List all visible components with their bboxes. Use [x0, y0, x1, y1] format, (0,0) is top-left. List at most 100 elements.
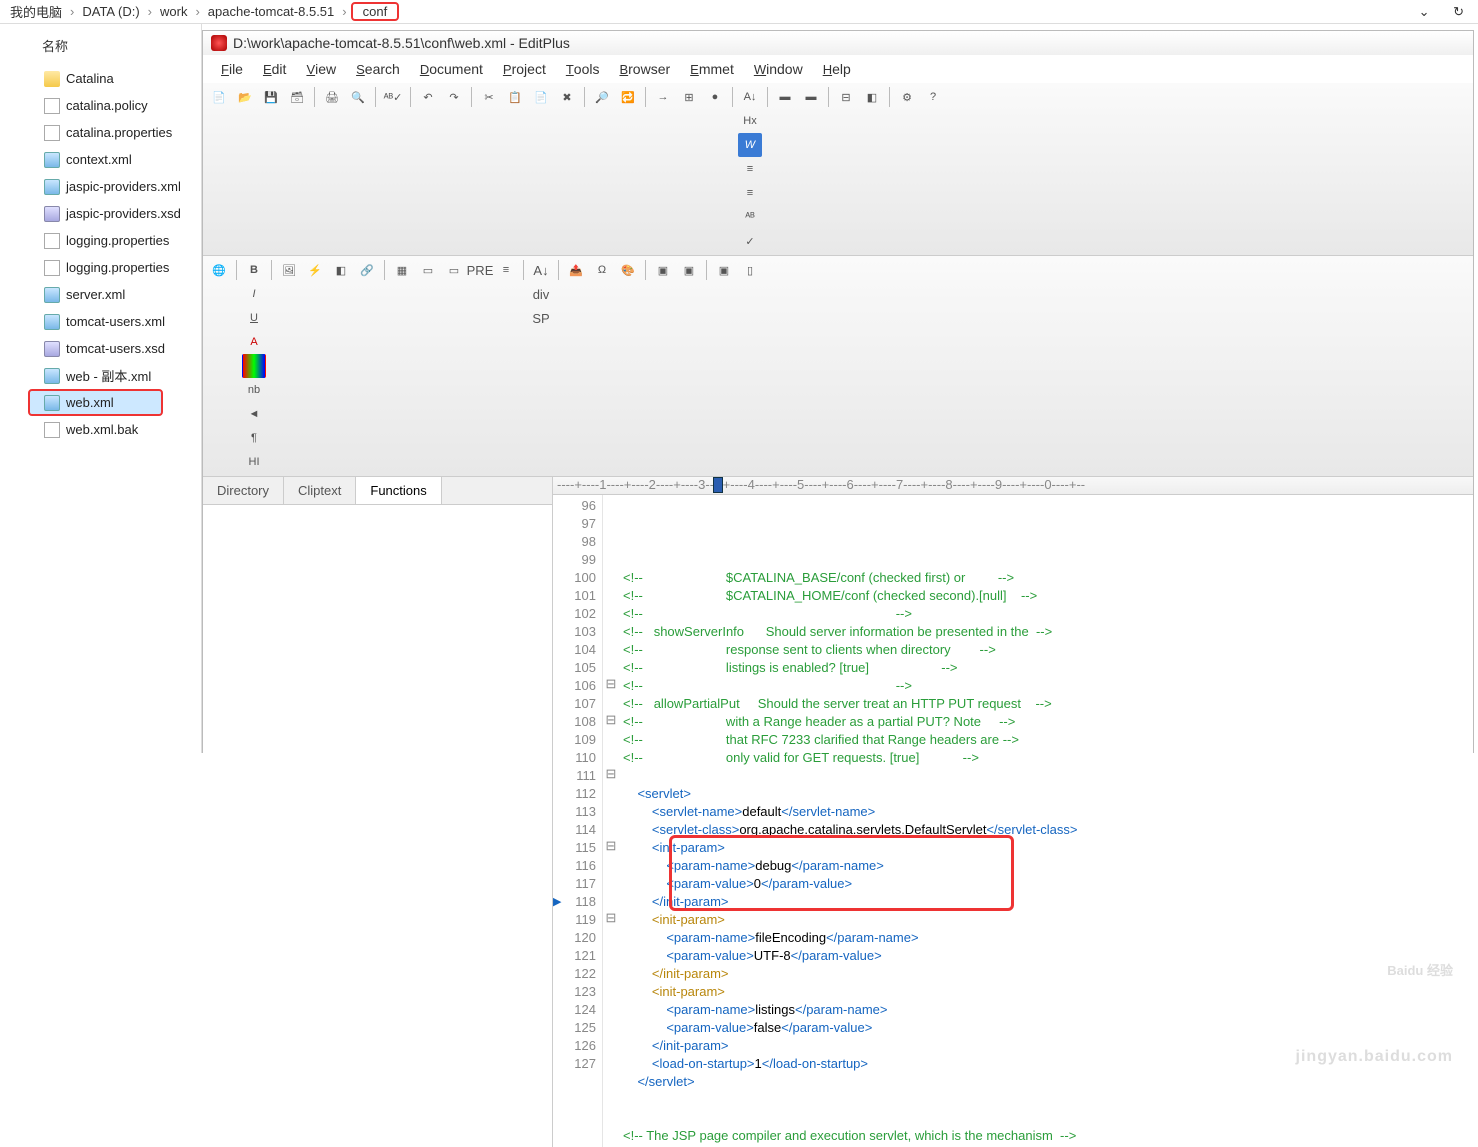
code-line[interactable]: <load-on-startup>1</load-on-startup> [623, 1055, 1469, 1073]
file-item[interactable]: logging.properties [0, 227, 201, 254]
panel2-icon[interactable]: ▣ [677, 258, 701, 282]
side-panel-tabs[interactable]: DirectoryCliptextFunctions [203, 477, 552, 505]
tool-button[interactable]: ≡ [738, 181, 762, 205]
replace-icon[interactable]: 🔁 [616, 85, 640, 109]
undo-icon[interactable]: ↶ [416, 85, 440, 109]
file-item[interactable]: web.xml [28, 389, 163, 416]
code-line[interactable]: <!-- with a Range header as a partial PU… [623, 713, 1469, 731]
fmt-■-button[interactable] [242, 354, 266, 378]
toggle-icon[interactable]: ◧ [860, 85, 884, 109]
breadcrumb-item[interactable]: apache-tomcat-8.5.51 [204, 4, 338, 19]
menubar[interactable]: FileEditViewSearchDocumentProjectToolsBr… [203, 55, 1473, 83]
code-line[interactable]: <param-name>fileEncoding</param-name> [623, 929, 1469, 947]
code-line[interactable]: <!-- $CATALINA_BASE/conf (checked first)… [623, 569, 1469, 587]
code-line[interactable]: <!-- listings is enabled? [true] --> [623, 659, 1469, 677]
tool-button[interactable]: A↓ [738, 85, 762, 109]
fmt-a-button[interactable]: A [242, 330, 266, 354]
color2-icon[interactable]: 🎨 [616, 258, 640, 282]
menu-emmet[interactable]: Emmet [680, 57, 744, 81]
preview-icon[interactable]: 🔍 [346, 85, 370, 109]
link2-icon[interactable]: 🔗 [355, 258, 379, 282]
flash-icon[interactable]: ⚡ [303, 258, 327, 282]
list-icon[interactable]: ≡ [494, 258, 518, 282]
print-icon[interactable]: 🖨 [320, 85, 344, 109]
menu-browser[interactable]: Browser [609, 57, 680, 81]
split-icon[interactable]: ⊟ [834, 85, 858, 109]
file-item[interactable]: server.xml [0, 281, 201, 308]
tab-cliptext[interactable]: Cliptext [284, 477, 356, 504]
menu-help[interactable]: Help [813, 57, 861, 81]
delete-icon[interactable]: ✖ [555, 85, 579, 109]
tool-button[interactable]: ✓ [738, 229, 762, 253]
open-icon[interactable]: 📂 [233, 85, 257, 109]
breadcrumb-item[interactable]: work [156, 4, 191, 19]
settings-icon[interactable]: ⚙ [895, 85, 919, 109]
code-line[interactable]: <!-- The JSP page compiler and execution… [623, 1127, 1469, 1145]
file-item[interactable]: jaspic-providers.xsd [0, 200, 201, 227]
panel4-icon[interactable]: ▯ [738, 258, 762, 282]
code-line[interactable] [623, 1091, 1469, 1109]
code-line[interactable]: <servlet-name>default</servlet-name> [623, 803, 1469, 821]
code-line[interactable]: <param-name>listings</param-name> [623, 1001, 1469, 1019]
image-icon[interactable]: 🖼 [277, 258, 301, 282]
save-all-icon[interactable]: 🗃 [285, 85, 309, 109]
code-line[interactable]: </init-param> [623, 965, 1469, 983]
code-line[interactable]: <init-param> [623, 983, 1469, 1001]
file-item[interactable]: tomcat-users.xsd [0, 335, 201, 362]
cut-icon[interactable]: ✂ [477, 85, 501, 109]
new-file-icon[interactable]: 📄 [207, 85, 231, 109]
code-line[interactable]: <servlet> [623, 785, 1469, 803]
code-line[interactable]: <init-param> [623, 911, 1469, 929]
fmt-b-button[interactable]: B [242, 258, 266, 282]
paste-icon[interactable]: 📄 [529, 85, 553, 109]
window1-icon[interactable]: ▬ [773, 85, 797, 109]
menu-project[interactable]: Project [493, 57, 556, 81]
upload-icon[interactable]: 📤 [564, 258, 588, 282]
menu-window[interactable]: Window [744, 57, 813, 81]
file-item[interactable]: logging.properties [0, 254, 201, 281]
code-line[interactable]: <param-value>UTF-8</param-value> [623, 947, 1469, 965]
code-line[interactable]: <param-value>false</param-value> [623, 1019, 1469, 1037]
fold-column[interactable]: ⊟ ⊟ ⊟ ⊟ ⊟ [603, 495, 619, 1147]
file-item[interactable]: catalina.policy [0, 92, 201, 119]
file-item[interactable]: catalina.properties [0, 119, 201, 146]
file-item[interactable]: context.xml [0, 146, 201, 173]
fmt-i-button[interactable]: I [242, 282, 266, 306]
record-icon[interactable]: ● [703, 85, 727, 109]
fmt-u-button[interactable]: U [242, 306, 266, 330]
code-line[interactable] [623, 767, 1469, 785]
tool-button[interactable]: Hx [738, 109, 762, 133]
code-line[interactable]: <!-- --> [623, 605, 1469, 623]
file-item[interactable]: web.xml.bak [0, 416, 201, 443]
fmt-¶-button[interactable]: ¶ [242, 426, 266, 450]
code-line[interactable]: <!-- only valid for GET requests. [true]… [623, 749, 1469, 767]
tool-button[interactable]: W [738, 133, 762, 157]
fmt-hi-button[interactable]: HI [242, 450, 266, 474]
menu-document[interactable]: Document [410, 57, 493, 81]
code-line[interactable]: <!-- showServerInfo Should server inform… [623, 623, 1469, 641]
save-icon[interactable]: 💾 [259, 85, 283, 109]
menu-file[interactable]: File [211, 57, 253, 81]
panel1-icon[interactable]: ▣ [651, 258, 675, 282]
breadcrumb[interactable]: 我的电脑›DATA (D:)›work›apache-tomcat-8.5.51… [0, 0, 1478, 24]
char-icon[interactable]: Ω [590, 258, 614, 282]
code-line[interactable]: <!-- allowPartialPut Should the server t… [623, 695, 1469, 713]
tool-button[interactable]: ᴬᴮ [738, 205, 762, 229]
tab-directory[interactable]: Directory [203, 477, 284, 504]
code-content[interactable]: Baidu 经验 jingyan.baidu.com <!-- $CATALIN… [619, 495, 1473, 1147]
code-line[interactable]: <!-- that RFC 7233 clarified that Range … [623, 731, 1469, 749]
redo-icon[interactable]: ↷ [442, 85, 466, 109]
breadcrumb-item[interactable]: DATA (D:) [78, 4, 143, 19]
code-line[interactable] [623, 1109, 1469, 1127]
refresh-icon[interactable]: ↻ [1449, 4, 1468, 20]
css-icon[interactable]: ◧ [329, 258, 353, 282]
code-line[interactable]: </servlet> [623, 1073, 1469, 1091]
spell-icon[interactable]: ᴬᴮ✓ [381, 85, 405, 109]
menu-edit[interactable]: Edit [253, 57, 296, 81]
breadcrumb-item[interactable]: 我的电脑 [6, 2, 66, 21]
find-icon[interactable]: 🔎 [590, 85, 614, 109]
tool-button[interactable]: SP [529, 306, 553, 330]
pre2-icon[interactable]: PRE [468, 258, 492, 282]
file-item[interactable]: tomcat-users.xml [0, 308, 201, 335]
globe-icon[interactable]: 🌐 [207, 258, 231, 282]
